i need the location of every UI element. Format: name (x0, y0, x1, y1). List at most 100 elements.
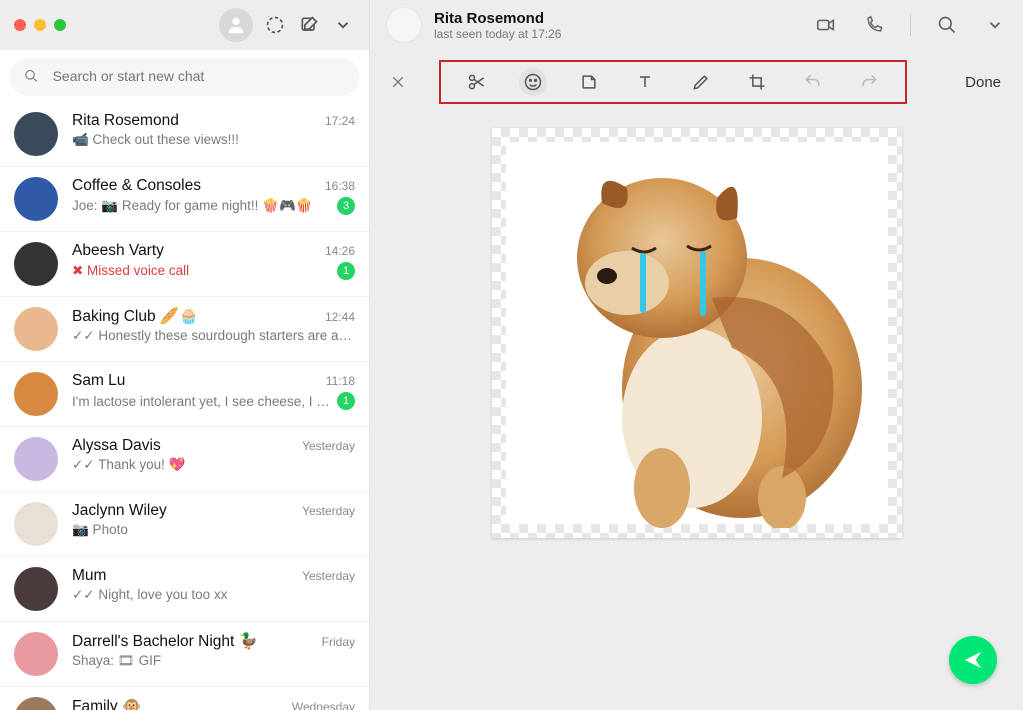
unread-badge: 3 (337, 197, 355, 215)
search-input[interactable] (53, 68, 345, 84)
chat-avatar (14, 372, 58, 416)
chat-avatar (14, 242, 58, 286)
menu-button[interactable] (331, 13, 355, 37)
sticker-canvas[interactable] (492, 128, 902, 538)
chat-list-item[interactable]: Family 🐵 Wednesday Grandma: 👋 Happy danc… (0, 687, 369, 710)
chat-preview: Joe: 📷 Ready for game night!! 🍿🎮🍿 (72, 198, 313, 214)
video-icon (815, 14, 837, 36)
chat-avatar (14, 307, 58, 351)
chat-name: Family 🐵 (72, 697, 141, 710)
contact-info[interactable]: Rita Rosemond last seen today at 17:26 (434, 10, 561, 41)
pencil-icon (691, 72, 711, 92)
crop-icon (747, 72, 767, 92)
chat-list: Rita Rosemond 17:24 📹 Check out these vi… (0, 102, 369, 710)
close-window-button[interactable] (14, 19, 26, 31)
search-icon (937, 15, 957, 35)
chat-name: Mum (72, 567, 106, 585)
editor-area: Done (370, 50, 1023, 710)
video-call-button[interactable] (814, 13, 838, 37)
scissors-icon (467, 72, 487, 92)
maximize-window-button[interactable] (54, 19, 66, 31)
chat-preview: ✓✓ Thank you! 💖 (72, 457, 185, 473)
chevron-down-icon (986, 16, 1004, 34)
chat-time: 12:44 (325, 310, 355, 324)
chat-time: Wednesday (292, 700, 355, 710)
chat-list-item[interactable]: Abeesh Varty 14:26 ✖ Missed voice call 1 (0, 232, 369, 297)
chat-list-item[interactable]: Mum Yesterday ✓✓ Night, love you too xx (0, 557, 369, 622)
chat-preview: Shaya: 🎞 GIF (72, 653, 161, 669)
cut-tool[interactable] (463, 68, 491, 96)
chat-time: 14:26 (325, 244, 355, 258)
chat-avatar (14, 437, 58, 481)
chat-time: 11:18 (326, 374, 355, 388)
chat-list-item[interactable]: Darrell's Bachelor Night 🦆 Friday Shaya:… (0, 622, 369, 687)
chat-preview: I'm lactose intolerant yet, I see cheese… (72, 394, 331, 409)
profile-avatar[interactable] (219, 8, 253, 42)
chat-avatar (14, 177, 58, 221)
canvas-area (370, 114, 1023, 710)
chat-name: Coffee & Consoles (72, 177, 201, 195)
contact-name: Rita Rosemond (434, 10, 561, 27)
status-button[interactable] (263, 13, 287, 37)
search-container (0, 50, 369, 102)
divider (910, 14, 911, 36)
search-box[interactable] (10, 58, 359, 94)
send-button[interactable] (949, 636, 997, 684)
chat-avatar (14, 112, 58, 156)
main-pane: Rita Rosemond last seen today at 17:26 (370, 0, 1023, 710)
done-button[interactable]: Done (965, 74, 1001, 91)
chat-name: Jaclynn Wiley (72, 502, 167, 520)
sticker-tool[interactable] (575, 68, 603, 96)
send-icon (962, 649, 984, 671)
contact-avatar[interactable] (386, 7, 422, 43)
status-ring-icon (265, 15, 285, 35)
search-in-chat-button[interactable] (935, 13, 959, 37)
voice-call-button[interactable] (862, 13, 886, 37)
chat-avatar (14, 502, 58, 546)
chat-menu-button[interactable] (983, 13, 1007, 37)
chat-list-item[interactable]: Rita Rosemond 17:24 📹 Check out these vi… (0, 102, 369, 167)
chat-time: Yesterday (302, 439, 355, 453)
chat-preview: ✖ Missed voice call (72, 263, 189, 279)
close-icon (390, 74, 406, 90)
chat-avatar (14, 632, 58, 676)
crop-tool[interactable] (743, 68, 771, 96)
chat-list-item[interactable]: Jaclynn Wiley Yesterday 📷 Photo (0, 492, 369, 557)
new-chat-button[interactable] (297, 13, 321, 37)
text-icon (635, 72, 655, 92)
contact-status: last seen today at 17:26 (434, 27, 561, 41)
close-editor-button[interactable] (386, 70, 410, 94)
chat-time: Yesterday (302, 504, 355, 518)
minimize-window-button[interactable] (34, 19, 46, 31)
chat-avatar (14, 567, 58, 611)
sticker-image (532, 148, 872, 528)
editor-toolbar (439, 60, 907, 104)
editor-toolbar-row: Done (370, 50, 1023, 114)
chat-name: Alyssa Davis (72, 437, 161, 455)
chat-name: Rita Rosemond (72, 112, 179, 130)
chat-preview: ✓✓ Honestly these sourdough starters are… (72, 328, 355, 344)
draw-tool[interactable] (687, 68, 715, 96)
chevron-down-icon (334, 16, 352, 34)
header-actions (814, 13, 1007, 37)
chat-header: Rita Rosemond last seen today at 17:26 (370, 0, 1023, 50)
compose-icon (299, 15, 319, 35)
chat-time: Friday (322, 635, 355, 649)
chat-list-item[interactable]: Alyssa Davis Yesterday ✓✓ Thank you! 💖 (0, 427, 369, 492)
chat-list-item[interactable]: Sam Lu 11:18 I'm lactose intolerant yet,… (0, 362, 369, 427)
chat-preview: 📹 Check out these views!!! (72, 132, 239, 148)
search-icon (24, 68, 39, 84)
smile-icon (523, 72, 543, 92)
sidebar: Rita Rosemond 17:24 📹 Check out these vi… (0, 0, 370, 710)
redo-button[interactable] (855, 68, 883, 96)
text-tool[interactable] (631, 68, 659, 96)
chat-name: Darrell's Bachelor Night 🦆 (72, 632, 258, 651)
chat-time: 16:38 (325, 179, 355, 193)
chat-list-item[interactable]: Baking Club 🥖🧁 12:44 ✓✓ Honestly these s… (0, 297, 369, 362)
chat-time: 17:24 (325, 114, 355, 128)
undo-button[interactable] (799, 68, 827, 96)
chat-name: Sam Lu (72, 372, 125, 390)
window-controls (14, 19, 66, 31)
emoji-tool[interactable] (519, 68, 547, 96)
chat-list-item[interactable]: Coffee & Consoles 16:38 Joe: 📷 Ready for… (0, 167, 369, 232)
